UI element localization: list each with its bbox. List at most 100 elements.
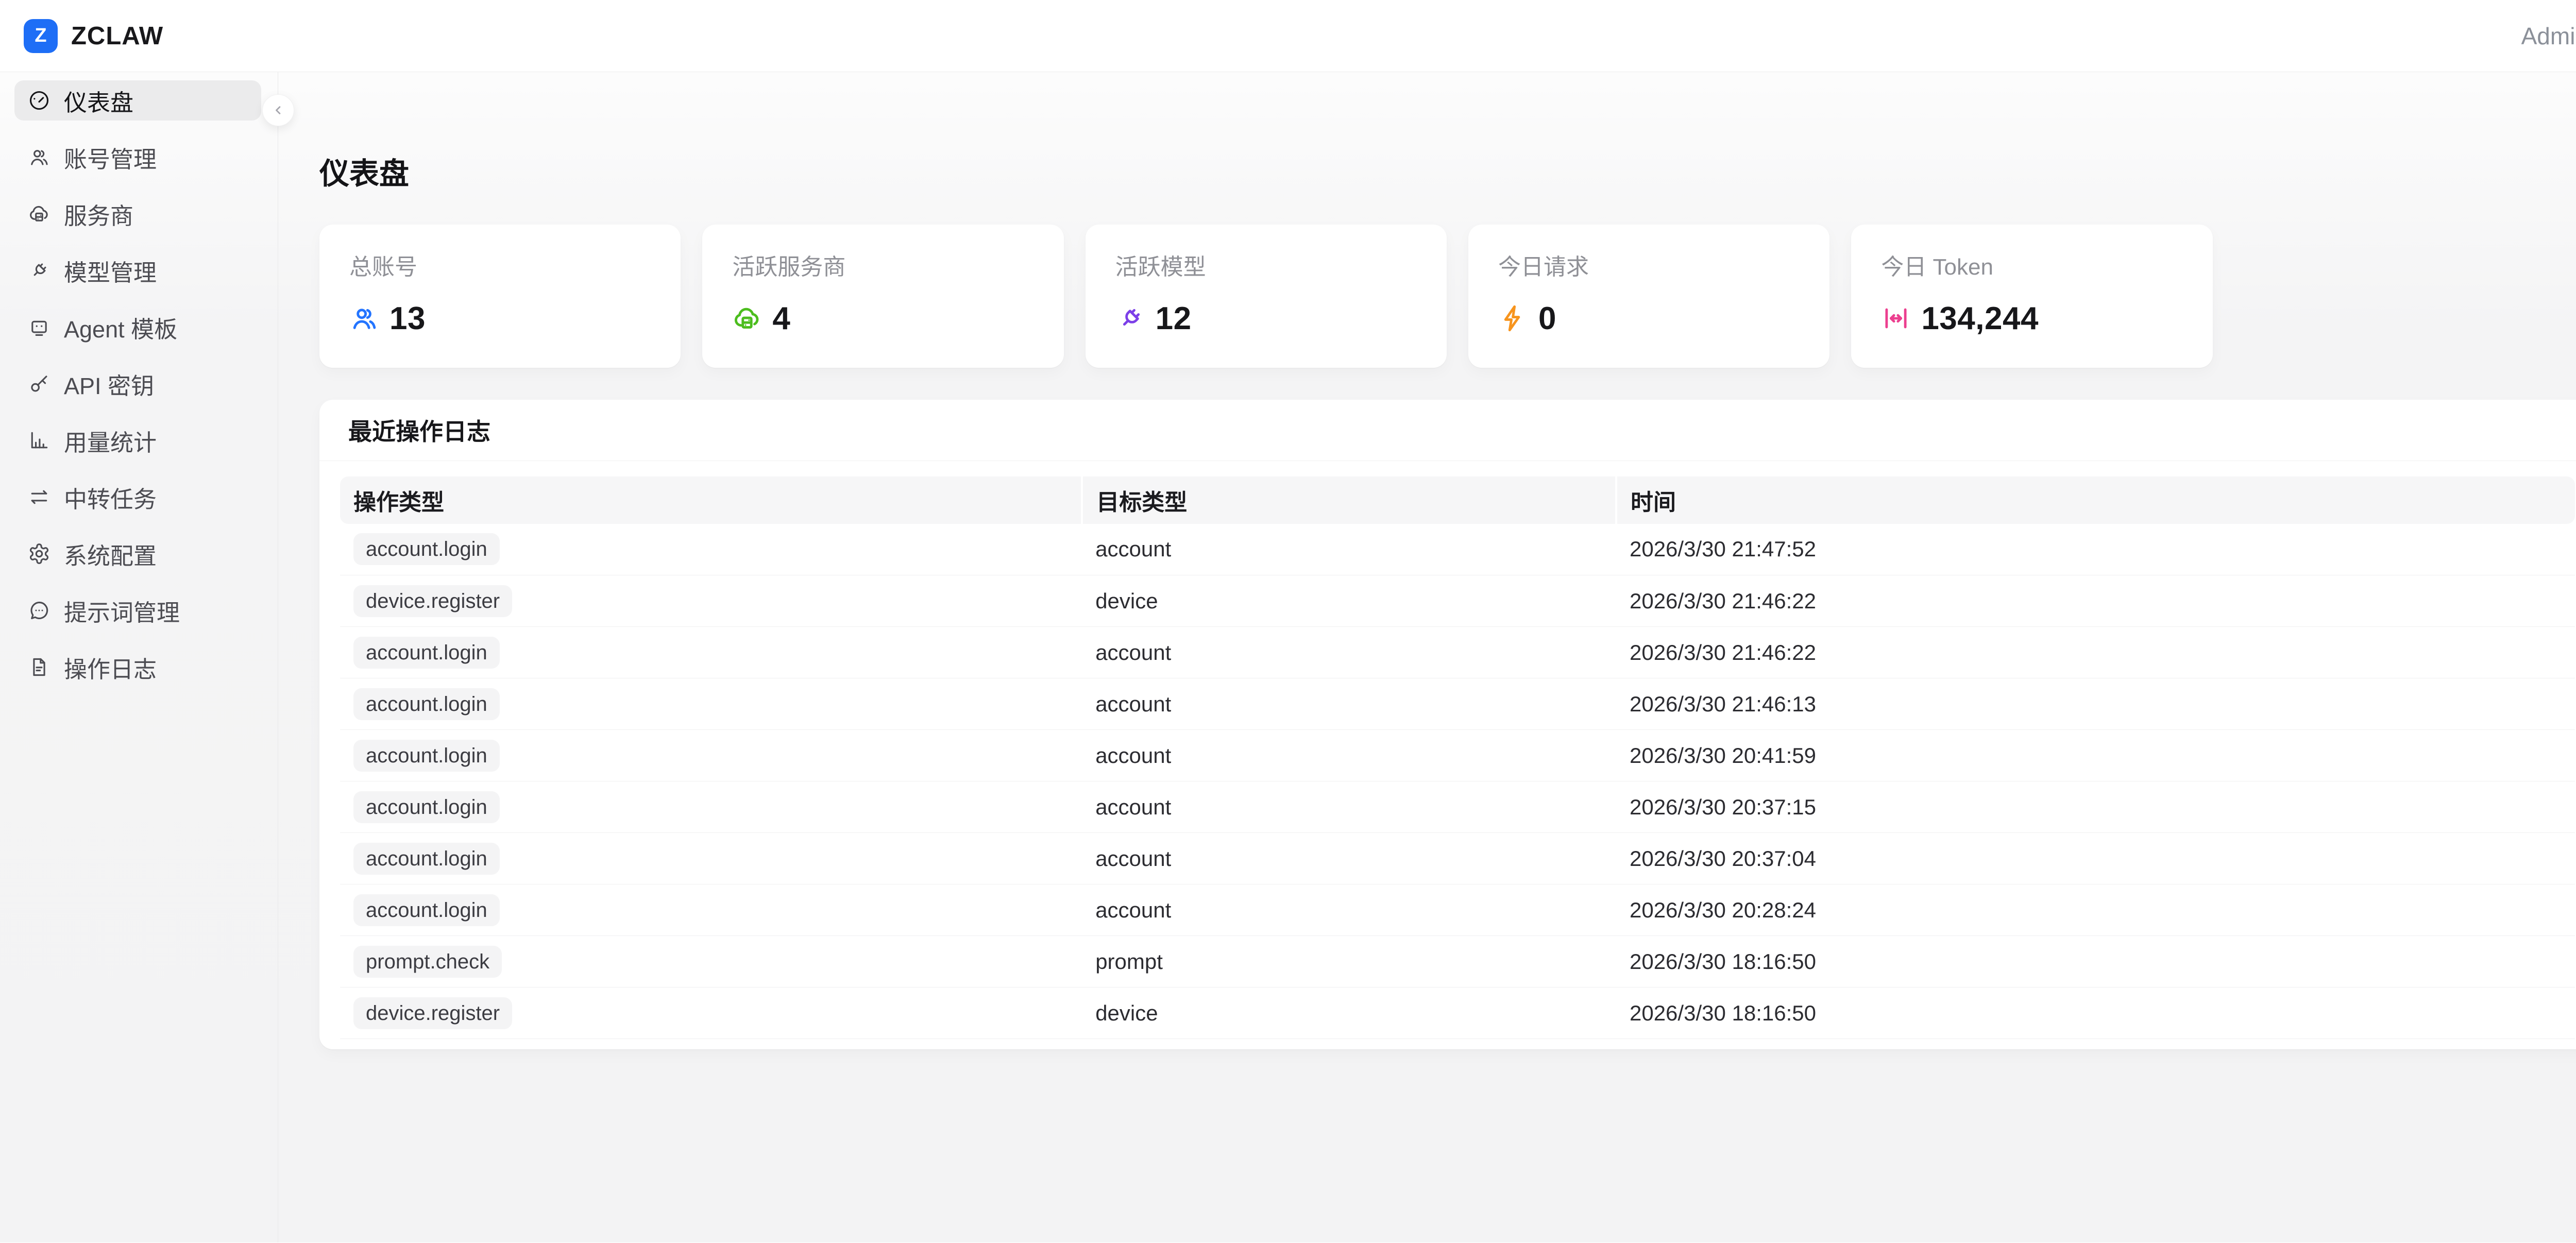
log-target: prompt <box>1082 936 1616 987</box>
sidebar-item-label: 操作日志 <box>64 651 157 684</box>
cloud-server-icon <box>28 202 50 225</box>
bolt-icon <box>1498 303 1528 333</box>
column-header-time: 时间 <box>1616 476 2575 524</box>
log-target: account <box>1082 678 1616 730</box>
column-header-target: 目标类型 <box>1082 476 1616 524</box>
log-time: 2026/3/30 21:46:13 <box>1616 678 2575 730</box>
sidebar-item[interactable]: 用量统计 <box>14 420 261 461</box>
log-time: 2026/3/30 21:46:22 <box>1616 627 2575 678</box>
stat-value: 4 <box>772 300 790 337</box>
log-row: account.login account 2026/3/30 21:46:22 <box>340 627 2575 678</box>
sidebar-item[interactable]: 账号管理 <box>14 137 261 177</box>
log-row: account.login account 2026/3/30 20:37:04 <box>340 833 2575 884</box>
stat-value: 13 <box>389 300 426 337</box>
log-target: device <box>1082 987 1616 1039</box>
app-logo-icon: Z <box>24 19 58 53</box>
log-row: account.login account 2026/3/30 20:41:59 <box>340 730 2575 781</box>
sidebar-item[interactable]: 中转任务 <box>14 477 261 517</box>
page-title: 仪表盘 <box>319 149 2576 193</box>
sidebar-item[interactable]: 服务商 <box>14 194 261 234</box>
gauge-icon <box>28 89 50 112</box>
stat-label: 今日请求 <box>1498 254 1800 281</box>
log-action-badge: account.login <box>353 843 500 875</box>
stats-grid: 总账号 13 活跃服务商 4 活跃模型 12 <box>319 225 2576 368</box>
admin-user-menu[interactable]: Admin <box>2521 22 2576 50</box>
swap-icon <box>28 486 50 508</box>
stat-card: 今日 Token 134,244 <box>1851 225 2212 368</box>
column-header-action: 操作类型 <box>340 476 1082 524</box>
log-row: account.login account 2026/3/30 21:47:52 <box>340 524 2575 575</box>
sidebar-item-label: API 密钥 <box>64 367 154 401</box>
log-time: 2026/3/30 21:46:22 <box>1616 575 2575 627</box>
sidebar-nav: 仪表盘 账号管理 服务商 模型管理 Agent 模板 API 密钥 用量统计 <box>0 72 278 1242</box>
log-target: account <box>1082 884 1616 936</box>
stat-value: 12 <box>1156 300 1192 337</box>
stat-value: 0 <box>1538 300 1556 337</box>
stat-card: 今日请求 0 <box>1468 225 1829 368</box>
log-row: device.register device 2026/3/30 18:16:5… <box>340 987 2575 1039</box>
stat-value: 134,244 <box>1921 300 2039 337</box>
sidebar-item-label: 服务商 <box>64 197 133 231</box>
sidebar-item[interactable]: 提示词管理 <box>14 590 261 631</box>
sidebar-item-label: 提示词管理 <box>64 594 180 627</box>
sidebar-item-label: Agent 模板 <box>64 311 177 344</box>
cloud-server-icon <box>732 303 762 333</box>
sidebar-collapse-button[interactable] <box>262 94 294 126</box>
log-action-badge: account.login <box>353 740 500 772</box>
chevron-left-icon <box>271 103 285 117</box>
sidebar-item[interactable]: 操作日志 <box>14 647 261 687</box>
key-icon <box>28 372 50 395</box>
robot-icon <box>28 316 50 338</box>
log-action-badge: device.register <box>353 585 512 617</box>
stat-card: 活跃服务商 4 <box>702 225 1063 368</box>
log-time: 2026/3/30 20:41:59 <box>1616 730 2575 781</box>
log-target: account <box>1082 781 1616 833</box>
sidebar-item[interactable]: Agent 模板 <box>14 307 261 347</box>
sidebar-item-label: 仪表盘 <box>64 84 133 117</box>
log-row: account.login account 2026/3/30 21:46:13 <box>340 678 2575 730</box>
stat-label: 总账号 <box>349 254 651 281</box>
log-action-badge: account.login <box>353 688 500 720</box>
sidebar-item[interactable]: 系统配置 <box>14 534 261 574</box>
stat-label: 活跃模型 <box>1115 254 1417 281</box>
app-title: ZCLAW <box>71 22 163 50</box>
users-icon <box>349 303 379 333</box>
log-action-badge: account.login <box>353 533 500 565</box>
sidebar-item[interactable]: API 密钥 <box>14 364 261 404</box>
sidebar-item-label: 账号管理 <box>64 141 157 174</box>
log-time: 2026/3/30 18:16:50 <box>1616 987 2575 1039</box>
token-icon <box>1881 303 1911 333</box>
file-icon <box>28 656 50 678</box>
recent-logs-title: 最近操作日志 <box>348 413 2567 447</box>
app-layout: 仪表盘 账号管理 服务商 模型管理 Agent 模板 API 密钥 用量统计 <box>0 72 2576 1242</box>
recent-logs-panel: 最近操作日志 操作类型 目标类型 时间 account.login <box>319 400 2576 1050</box>
log-action-badge: device.register <box>353 997 512 1029</box>
sidebar-item-label: 中转任务 <box>64 481 157 514</box>
sidebar-item-label: 系统配置 <box>64 537 157 571</box>
stat-card: 活跃模型 12 <box>1086 225 1447 368</box>
log-time: 2026/3/30 21:47:52 <box>1616 524 2575 575</box>
log-action-badge: account.login <box>353 791 500 823</box>
log-target: account <box>1082 627 1616 678</box>
logs-table-header-row: 操作类型 目标类型 时间 <box>340 476 2575 524</box>
sidebar-item[interactable]: 模型管理 <box>14 250 261 291</box>
log-target: account <box>1082 524 1616 575</box>
sidebar-item-label: 模型管理 <box>64 254 157 287</box>
gear-icon <box>28 542 50 565</box>
log-time: 2026/3/30 20:28:24 <box>1616 884 2575 936</box>
log-target: account <box>1082 833 1616 884</box>
log-action-badge: account.login <box>353 894 500 926</box>
chat-icon <box>28 599 50 622</box>
main-content: 仪表盘 总账号 13 活跃服务商 4 活跃模型 <box>278 72 2576 1242</box>
log-row: prompt.check prompt 2026/3/30 18:16:50 <box>340 936 2575 987</box>
sidebar-item[interactable]: 仪表盘 <box>14 80 261 121</box>
stat-label: 今日 Token <box>1881 254 2182 281</box>
logs-table: 操作类型 目标类型 时间 account.login account 2026/… <box>340 476 2575 1040</box>
logo-letter: Z <box>35 25 46 47</box>
bar-chart-icon <box>28 429 50 452</box>
top-header: Z ZCLAW Admin <box>0 0 2576 72</box>
log-time: 2026/3/30 20:37:15 <box>1616 781 2575 833</box>
stat-card: 总账号 13 <box>319 225 681 368</box>
plug-icon <box>28 259 50 282</box>
log-row: account.login account 2026/3/30 20:28:24 <box>340 884 2575 936</box>
